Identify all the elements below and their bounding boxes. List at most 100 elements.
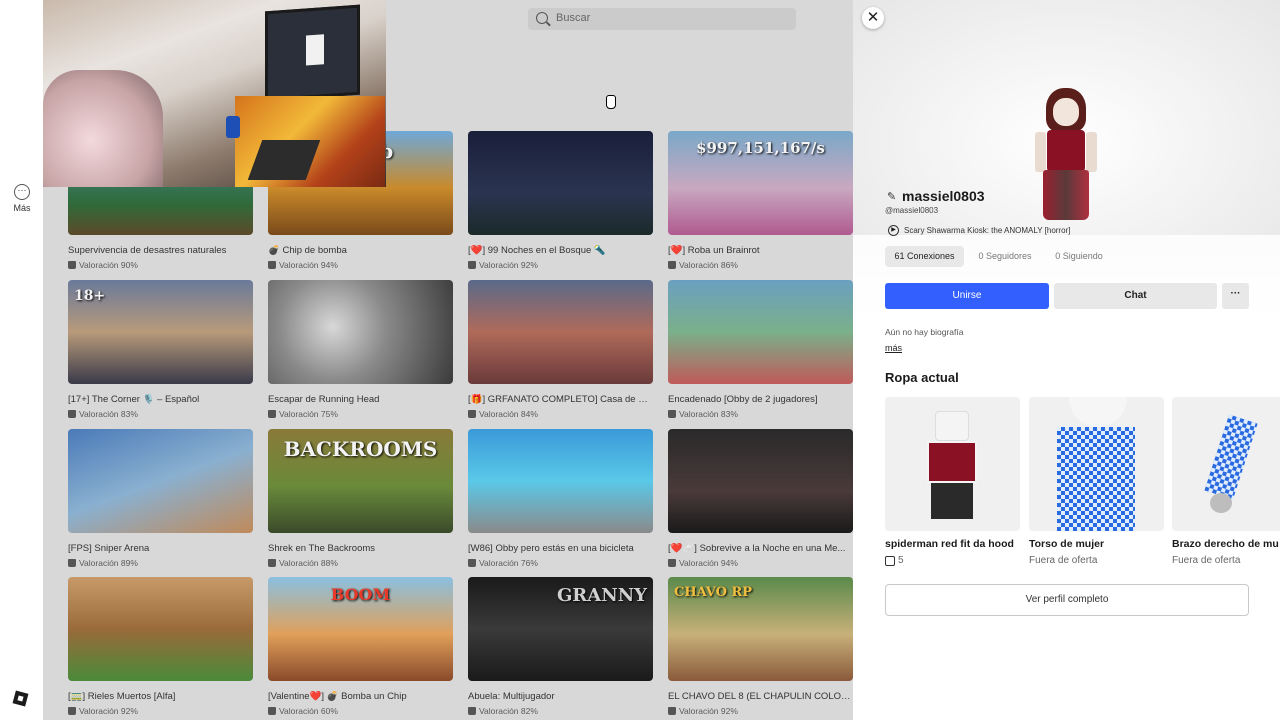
thumbnail-text: GRANNY [556, 585, 647, 606]
search-icon [536, 12, 548, 24]
more-nav-item[interactable]: ··· Más [4, 184, 40, 213]
game-card[interactable]: GRANNY Abuela: Multijugador Valoración 8… [468, 577, 653, 716]
game-rating: Valoración 60% [279, 706, 338, 716]
game-title[interactable]: Shrek en The Backrooms [268, 543, 452, 554]
game-thumbnail[interactable] [668, 429, 853, 533]
connections-pill[interactable]: 61 Conexiones [885, 246, 964, 267]
game-thumbnail[interactable]: 18+ [68, 280, 253, 384]
edit-pencil-icon[interactable]: ✎ [887, 190, 896, 203]
webcam-overlay [43, 0, 386, 187]
game-thumbnail[interactable] [468, 131, 653, 235]
close-button[interactable]: ✕ [862, 7, 884, 29]
game-title[interactable]: [❤️] Roba un Brainrot [668, 245, 852, 256]
followers-pill[interactable]: 0 Seguidores [970, 246, 1040, 267]
game-rating: Valoración 92% [479, 260, 538, 270]
thumbs-up-icon [668, 707, 676, 715]
thumbs-up-icon [68, 559, 76, 567]
outfit-item-name[interactable]: Brazo derecho de mu [1172, 538, 1280, 550]
game-title[interactable]: [❤️🩹] Sobrevive a la Noche en una Me... [668, 543, 852, 554]
game-title[interactable]: 💣 Chip de bomba [268, 245, 452, 256]
game-title[interactable]: [❤️] 99 Noches en el Bosque 🔦 [468, 245, 652, 256]
outfit-item-name[interactable]: Torso de mujer [1029, 538, 1164, 550]
game-thumbnail[interactable] [68, 429, 253, 533]
thumbnail-text: CHAVO RP [674, 585, 753, 600]
outfit-item-name[interactable]: spiderman red fit da hood [885, 538, 1020, 550]
currently-playing[interactable]: Scary Shawarma Kiosk: the ANOMALY [horro… [904, 226, 1070, 235]
play-icon: ▶ [888, 225, 899, 236]
game-title[interactable]: [Valentine❤️] 💣 Bomba un Chip [268, 691, 452, 702]
game-card[interactable]: Encadenado [Obby de 2 jugadores] Valorac… [668, 280, 853, 419]
thumbnail-text: BACKROOMS [283, 437, 438, 461]
game-card[interactable]: [❤️] 99 Noches en el Bosque 🔦 Valoración… [468, 131, 653, 270]
game-thumbnail[interactable] [268, 280, 453, 384]
outfit-item-price: Fuera de oferta [1172, 555, 1241, 566]
search-input[interactable]: Buscar [556, 12, 590, 24]
profile-handle: @massiel0803 [885, 206, 939, 215]
game-rating: Valoración 94% [279, 260, 338, 270]
game-thumbnail[interactable]: BOOM [268, 577, 453, 681]
join-button[interactable]: Unirse [885, 283, 1049, 309]
game-thumbnail[interactable]: CHAVO RP [668, 577, 853, 681]
game-rating: Valoración 75% [279, 409, 338, 419]
game-rating: Valoración 92% [679, 706, 738, 716]
game-thumbnail[interactable]: $997,151,167/s [668, 131, 853, 235]
thumbs-up-icon [68, 410, 76, 418]
game-card[interactable]: [❤️🩹] Sobrevive a la Noche en una Me... … [668, 429, 853, 568]
game-card[interactable]: $997,151,167/s [❤️] Roba un Brainrot Val… [668, 131, 853, 270]
outfit-section-title: Ropa actual [885, 370, 959, 385]
game-title[interactable]: EL CHAVO DEL 8 (EL CHAPULIN COLOR... [668, 691, 852, 702]
roblox-logo-icon[interactable] [12, 690, 29, 707]
thumbnail-text: $997,151,167/s [696, 139, 825, 157]
game-title[interactable]: [W86] Obby pero estás en una bicicleta [468, 543, 652, 554]
following-pill[interactable]: 0 Siguiendo [1046, 246, 1112, 267]
more-link[interactable]: más [885, 343, 902, 353]
thumbs-up-icon [268, 410, 276, 418]
game-rating: Valoración 76% [479, 558, 538, 568]
outfit-item[interactable]: spiderman red fit da hood 5 [885, 397, 1020, 566]
game-card[interactable]: BOOM [Valentine❤️] 💣 Bomba un Chip Valor… [268, 577, 453, 716]
game-title[interactable]: Supervivencia de desastres naturales [68, 245, 252, 256]
game-rating: Valoración 89% [79, 558, 138, 568]
outfit-item-price: Fuera de oferta [1029, 555, 1098, 566]
game-thumbnail[interactable] [68, 577, 253, 681]
game-thumbnail[interactable]: GRANNY [468, 577, 653, 681]
game-thumbnail[interactable] [668, 280, 853, 384]
search-bar[interactable]: Buscar [528, 8, 796, 30]
game-card[interactable]: [W86] Obby pero estás en una bicicleta V… [468, 429, 653, 568]
game-rating: Valoración 84% [479, 409, 538, 419]
more-icon: ··· [14, 184, 30, 200]
game-title[interactable]: Abuela: Multijugador [468, 691, 652, 702]
game-card[interactable]: BACKROOMS Shrek en The Backrooms Valorac… [268, 429, 453, 568]
game-title[interactable]: [FPS] Sniper Arena [68, 543, 252, 554]
avatar [1023, 88, 1108, 223]
game-thumbnail[interactable] [468, 280, 653, 384]
outfit-item-image[interactable] [885, 397, 1020, 531]
thumbs-up-icon [268, 559, 276, 567]
game-rating: Valoración 82% [479, 706, 538, 716]
game-card[interactable]: CHAVO RP EL CHAVO DEL 8 (EL CHAPULIN COL… [668, 577, 853, 716]
thumbs-up-icon [468, 559, 476, 567]
view-full-profile-button[interactable]: Ver perfil completo [885, 584, 1249, 616]
game-card[interactable]: 18+ [17+] The Corner 🎙️ – Español Valora… [68, 280, 253, 419]
game-thumbnail[interactable] [468, 429, 653, 533]
game-title[interactable]: [🎁] GRFANATO COMPLETO] Casa de Fe... [468, 394, 652, 405]
chat-button[interactable]: Chat [1054, 283, 1217, 309]
outfit-item-image[interactable] [1172, 397, 1280, 531]
game-title[interactable]: [🚃] Rieles Muertos [Alfa] [68, 691, 252, 702]
outfit-item[interactable]: Torso de mujer Fuera de oferta [1029, 397, 1164, 566]
game-card[interactable]: [🚃] Rieles Muertos [Alfa] Valoración 92% [68, 577, 253, 716]
game-thumbnail[interactable]: BACKROOMS [268, 429, 453, 533]
thumbs-up-icon [468, 261, 476, 269]
game-card[interactable]: [🎁] GRFANATO COMPLETO] Casa de Fe... Val… [468, 280, 653, 419]
discover-page: Buscar Supervivencia de desastres natura… [43, 0, 853, 720]
game-title[interactable]: Escapar de Running Head [268, 394, 452, 405]
game-title[interactable]: [17+] The Corner 🎙️ – Español [68, 394, 252, 405]
thumbnail-text: BOOM [330, 585, 391, 604]
thumbs-up-icon [268, 261, 276, 269]
outfit-item-image[interactable] [1029, 397, 1164, 531]
more-options-button[interactable]: ··· [1222, 283, 1249, 309]
game-card[interactable]: [FPS] Sniper Arena Valoración 89% [68, 429, 253, 568]
game-card[interactable]: Escapar de Running Head Valoración 75% [268, 280, 453, 419]
game-title[interactable]: Encadenado [Obby de 2 jugadores] [668, 394, 852, 405]
outfit-item[interactable]: Brazo derecho de mu Fuera de oferta [1172, 397, 1280, 566]
